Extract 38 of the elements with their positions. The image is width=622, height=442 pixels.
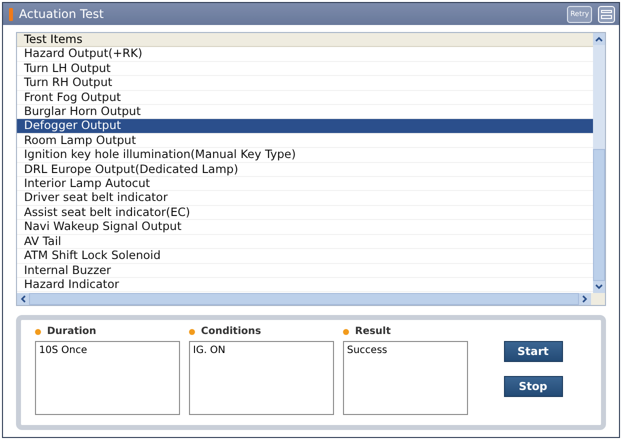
scroll-down-icon[interactable] bbox=[593, 281, 605, 293]
list-item[interactable]: Assist seat belt indicator(EC) bbox=[17, 206, 593, 220]
field-label: Duration bbox=[47, 326, 96, 337]
list-item[interactable]: Room Lamp Output bbox=[17, 134, 593, 148]
scroll-left-icon[interactable] bbox=[17, 293, 29, 305]
list-item[interactable]: AV Tail bbox=[17, 234, 593, 250]
list-item[interactable]: Internal Buzzer bbox=[17, 264, 593, 278]
list-item[interactable]: Navi Wakeup Signal Output bbox=[17, 220, 593, 235]
list-item[interactable]: Turn RH Output bbox=[17, 76, 593, 91]
action-button[interactable]: Stop bbox=[504, 376, 562, 397]
value-box: 10S Once bbox=[35, 341, 180, 415]
scroll-right-icon[interactable] bbox=[579, 293, 591, 305]
list-item[interactable]: DRL Europe Output(Dedicated Lamp) bbox=[17, 162, 593, 178]
list-item[interactable]: Turn LH Output bbox=[17, 62, 593, 76]
list-item[interactable]: Defogger Output bbox=[17, 119, 593, 134]
list-item[interactable]: Front Fog Output bbox=[17, 90, 593, 106]
action-button[interactable]: Start bbox=[504, 341, 562, 362]
bullet-icon bbox=[343, 328, 349, 334]
value-box: Success bbox=[343, 341, 468, 415]
scroll-up-icon[interactable] bbox=[593, 33, 605, 45]
column-header: Test Items bbox=[17, 33, 593, 48]
list-item[interactable]: ATM Shift Lock Solenoid bbox=[17, 249, 593, 264]
list-item[interactable]: Hazard Output(+RK) bbox=[17, 47, 593, 62]
list-item[interactable]: Ignition key hole illumination(Manual Key Type) bbox=[17, 148, 593, 163]
field-label: Result bbox=[355, 326, 391, 337]
field-label: Conditions bbox=[201, 326, 262, 337]
app-icon bbox=[9, 8, 13, 20]
menu-button[interactable] bbox=[598, 6, 615, 22]
bullet-icon bbox=[35, 328, 41, 334]
window-title: Actuation Test bbox=[19, 7, 104, 21]
scroll-thumb[interactable] bbox=[593, 149, 605, 281]
list-item[interactable]: Driver seat belt indicator bbox=[17, 191, 593, 206]
scrollbar-corner bbox=[591, 293, 605, 305]
bullet-icon bbox=[189, 328, 195, 334]
value-box: IG. ON bbox=[189, 341, 334, 415]
vertical-scrollbar[interactable] bbox=[593, 33, 605, 293]
list-item[interactable]: Hazard Indicator bbox=[17, 278, 593, 292]
list-item[interactable]: Interior Lamp Autocut bbox=[17, 177, 593, 192]
